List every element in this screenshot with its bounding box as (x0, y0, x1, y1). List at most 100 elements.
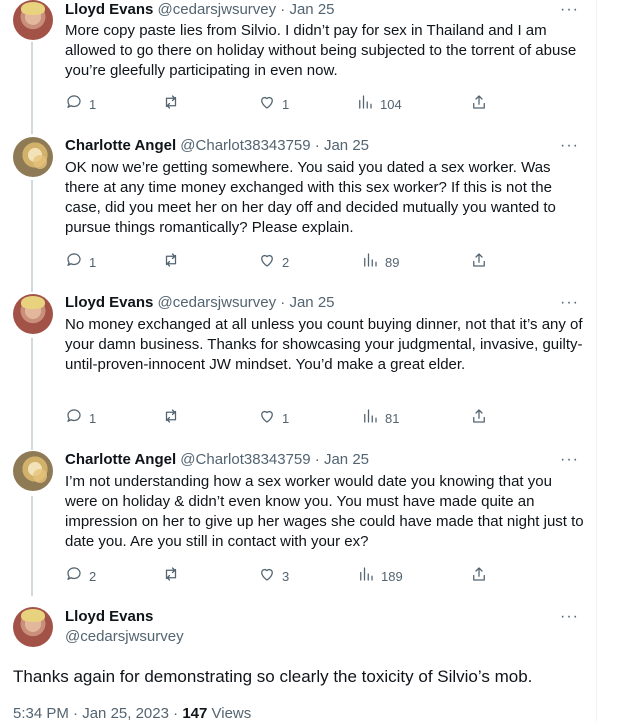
avatar[interactable] (13, 607, 53, 647)
tweet-header: Lloyd Evans @cedarsjwsurvey · Jan 25 (65, 293, 335, 313)
separator: · (173, 705, 179, 722)
tweet-header: Charlotte Angel @Charlot38343759 · Jan 2… (65, 450, 369, 470)
views-count: 81 (385, 411, 400, 426)
tweet-date[interactable]: Jan 25 (324, 451, 369, 468)
views-button[interactable]: 104 (356, 93, 402, 117)
retweet-button[interactable] (162, 407, 186, 431)
views-count: 189 (381, 569, 403, 584)
reply-count: 1 (89, 255, 97, 270)
tweet-text: I’m not understanding how a sex worker w… (65, 473, 584, 550)
like-count: 2 (282, 255, 290, 270)
avatar[interactable] (13, 0, 53, 40)
share-button[interactable] (470, 407, 488, 431)
more-dots-icon[interactable]: ··· (560, 450, 579, 470)
like-button[interactable]: 1 (258, 407, 289, 431)
share-icon (470, 251, 488, 275)
views-count: 104 (380, 97, 402, 112)
display-name[interactable]: Charlotte Angel (65, 451, 176, 468)
separator: · (314, 137, 320, 154)
separator: · (73, 705, 79, 722)
views-chart-icon (356, 93, 374, 117)
handle[interactable]: @cedarsjwsurvey (65, 627, 184, 647)
tweet-date[interactable]: Jan 25 (289, 1, 334, 18)
retweet-button[interactable] (162, 93, 186, 117)
thread-line (31, 338, 33, 450)
tweet-header: Charlotte Angel @Charlot38343759 · Jan 2… (65, 136, 369, 156)
retweet-icon (162, 565, 180, 589)
heart-icon (258, 93, 276, 117)
like-button[interactable]: 2 (258, 251, 289, 275)
handle[interactable]: @Charlot38343759 (180, 137, 310, 154)
reply-button[interactable]: 2 (65, 565, 96, 589)
display-name[interactable]: Lloyd Evans (65, 294, 153, 311)
retweet-icon (162, 251, 180, 275)
views-count: 89 (385, 255, 400, 270)
separator: · (280, 294, 286, 311)
views-chart-icon (361, 251, 379, 275)
views-button[interactable]: 81 (361, 407, 399, 431)
tweet-actions: 2 3 189 (65, 565, 495, 585)
separator: · (314, 451, 320, 468)
tweet-date[interactable]: Jan 25 (289, 294, 334, 311)
avatar[interactable] (13, 451, 53, 491)
like-button[interactable]: 3 (258, 565, 289, 589)
reply-button[interactable]: 1 (65, 251, 96, 275)
views-label: Views (211, 705, 252, 722)
share-button[interactable] (470, 93, 488, 117)
share-icon (470, 93, 488, 117)
tweet-text: Thanks again for demonstrating so clearl… (13, 667, 533, 686)
handle[interactable]: @Charlot38343759 (180, 451, 310, 468)
retweet-icon (162, 407, 180, 431)
share-icon (470, 407, 488, 431)
handle[interactable]: @cedarsjwsurvey (158, 294, 277, 311)
reply-icon (65, 251, 83, 275)
like-count: 1 (282, 97, 290, 112)
reply-count: 1 (89, 411, 97, 426)
reply-button[interactable]: 1 (65, 407, 96, 431)
heart-icon (258, 251, 276, 275)
tweet-date[interactable]: Jan 25 (324, 137, 369, 154)
retweet-icon (162, 93, 180, 117)
thread-line (31, 180, 33, 292)
reply-button[interactable]: 1 (65, 93, 96, 117)
thread-line (31, 496, 33, 596)
tweet-time[interactable]: 5:34 PM (13, 705, 69, 722)
tweet-actions: 1 1 81 (65, 407, 495, 427)
reply-count: 1 (89, 97, 97, 112)
retweet-button[interactable] (162, 565, 186, 589)
tweet-header: Lloyd Evans @cedarsjwsurvey · Jan 25 (65, 0, 335, 20)
views-count: 147 (182, 705, 208, 722)
tweet-text: OK now we’re getting somewhere. You said… (65, 159, 556, 236)
reply-icon (65, 93, 83, 117)
separator: · (280, 1, 286, 18)
tweet-text: No money exchanged at all unless you cou… (65, 316, 583, 373)
reply-icon (65, 565, 83, 589)
views-button[interactable]: 89 (361, 251, 399, 275)
share-button[interactable] (470, 565, 488, 589)
heart-icon (258, 565, 276, 589)
more-dots-icon[interactable]: ··· (560, 607, 579, 627)
tweet-actions: 1 1 104 (65, 93, 495, 113)
like-button[interactable]: 1 (258, 93, 289, 117)
avatar[interactable] (13, 294, 53, 334)
thread-line (31, 42, 33, 134)
share-button[interactable] (470, 251, 488, 275)
display-name[interactable]: Lloyd Evans (65, 607, 153, 627)
retweet-button[interactable] (162, 251, 186, 275)
more-dots-icon[interactable]: ··· (560, 0, 579, 20)
tweet-text: More copy paste lies from Silvio. I didn… (65, 22, 577, 79)
handle[interactable]: @cedarsjwsurvey (158, 1, 277, 18)
views-chart-icon (361, 407, 379, 431)
views-button[interactable]: 189 (357, 565, 403, 589)
tweet-meta: 5:34 PM · Jan 25, 2023 · 147 Views (13, 704, 251, 724)
views-chart-icon (357, 565, 375, 589)
tweet-date[interactable]: Jan 25, 2023 (82, 705, 169, 722)
more-dots-icon[interactable]: ··· (560, 136, 579, 156)
avatar[interactable] (13, 137, 53, 177)
like-count: 3 (282, 569, 290, 584)
more-dots-icon[interactable]: ··· (560, 293, 579, 313)
like-count: 1 (282, 411, 290, 426)
display-name[interactable]: Charlotte Angel (65, 137, 176, 154)
column-border (596, 0, 597, 721)
display-name[interactable]: Lloyd Evans (65, 1, 153, 18)
